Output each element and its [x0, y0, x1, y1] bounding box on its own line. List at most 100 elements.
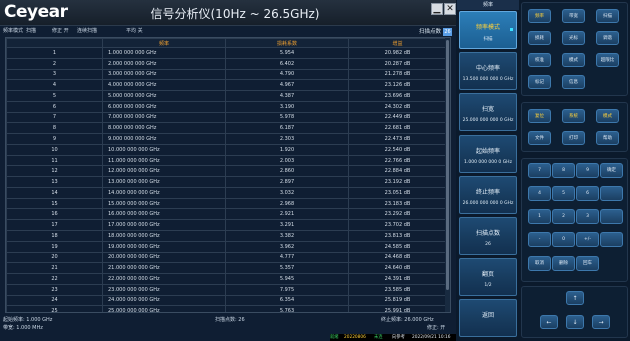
number-key[interactable]: 5	[552, 186, 575, 201]
function-key[interactable]: 带宽	[562, 9, 585, 23]
table-row[interactable]: 9 9.000 000 000 GHz 2.303 22.473 dB	[6, 133, 447, 145]
softkey-value: 25.000 000 000 0 GHz	[462, 118, 514, 124]
number-key[interactable]: 回车	[576, 256, 599, 271]
softkey-6[interactable]: 扫描点数 26	[459, 217, 517, 255]
table-row[interactable]: 12 12.000 000 000 GHz 2.860 22.884 dB	[6, 165, 447, 178]
close-icon[interactable]: ✕	[444, 3, 456, 15]
footer-points: 扫描点数: 26	[215, 317, 245, 323]
number-key[interactable]: 1	[528, 209, 551, 224]
softkey-value: 26.000 000 000 0 GHz	[462, 200, 514, 206]
system-key[interactable]: 模式	[596, 109, 619, 123]
table-row[interactable]: 10 10.000 000 000 GHz 1.920 22.540 dB	[6, 143, 447, 156]
number-key[interactable]: 2	[552, 209, 575, 224]
table-cell: 7.975	[225, 283, 349, 296]
function-key[interactable]: 模式	[562, 53, 585, 67]
table-cell: 2.921	[225, 208, 349, 221]
column-header	[6, 38, 103, 48]
softkey-7[interactable]: 翻页 1/2	[459, 258, 517, 297]
table-row[interactable]: 16 16.000 000 000 GHz 2.921 23.292 dB	[6, 208, 447, 221]
table-row[interactable]: 5 5.000 000 000 GHz 4.387 23.696 dB	[6, 90, 447, 102]
softkey-8[interactable]: 返回	[459, 299, 517, 338]
column-header: 频率	[102, 38, 226, 48]
function-key[interactable]: 调谐	[596, 31, 619, 45]
function-key[interactable]: 标记	[528, 75, 551, 89]
footer-info: 起始频率: 1.000 GHz 扫描点数: 26 终止频率: 26.000 GH…	[0, 314, 456, 336]
function-key[interactable]: 损耗	[528, 31, 551, 45]
table-cell: 5.954	[225, 47, 349, 59]
function-key[interactable]: 校准	[528, 53, 551, 67]
taskbar-version: 20220806	[344, 335, 366, 340]
function-key[interactable]: 超限比	[596, 53, 619, 67]
table-cell: 23.813 dB	[348, 230, 447, 242]
system-key[interactable]: 系统	[562, 109, 585, 123]
number-key[interactable]: -	[528, 232, 551, 247]
system-key[interactable]: 复位	[528, 109, 551, 123]
table-row[interactable]: 13 13.000 000 000 GHz 2.897 23.192 dB	[6, 176, 447, 188]
number-key[interactable]: 确定	[600, 163, 623, 178]
function-key[interactable]: 信息	[562, 75, 585, 89]
number-key[interactable]: 0	[552, 232, 575, 247]
number-key[interactable]: 4	[528, 186, 551, 201]
table-row[interactable]: 19 19.000 000 000 GHz 3.962 24.585 dB	[6, 240, 447, 253]
table-cell: 3.000 000 000 GHz	[102, 68, 226, 81]
points-value[interactable]: 26	[443, 28, 452, 36]
table-row[interactable]: 21 21.000 000 000 GHz 5.357 24.640 dB	[6, 262, 447, 275]
softkey-1[interactable]: 频率模式 扫描	[459, 11, 517, 49]
table-row[interactable]: 20 20.000 000 000 GHz 4.777 24.468 dB	[6, 251, 447, 264]
table-row[interactable]: 6 6.000 000 000 GHz 3.190 24.302 dB	[6, 100, 447, 113]
number-key[interactable]: 取消	[528, 256, 551, 271]
softkey-2[interactable]: 中心频率 13.500 000 000 0 GHz	[459, 52, 517, 91]
table-row[interactable]: 1 1.000 000 000 GHz 5.954 20.982 dB	[6, 47, 447, 59]
table-cell: 11	[6, 154, 103, 167]
taskbar: 就绪 20220806 未连 向参考 2022/09/21 10:16	[330, 334, 456, 341]
softkey-header: 频率	[457, 0, 519, 10]
number-key[interactable]	[600, 209, 623, 224]
arrow-down-icon[interactable]: ↓	[566, 315, 584, 329]
number-key[interactable]: 7	[528, 163, 551, 178]
table-row[interactable]: 15 15.000 000 000 GHz 2.968 23.183 dB	[6, 197, 447, 210]
system-key[interactable]: 帮助	[596, 131, 619, 145]
number-key[interactable]	[600, 232, 623, 247]
table-row[interactable]: 11 11.000 000 000 GHz 2.003 22.766 dB	[6, 154, 447, 167]
number-key[interactable]: 9	[576, 163, 599, 178]
function-key[interactable]: 频率	[528, 9, 551, 23]
table-row[interactable]: 22 22.000 000 000 GHz 5.945 24.391 dB	[6, 273, 447, 285]
number-key[interactable]	[600, 186, 623, 201]
table-row[interactable]: 3 3.000 000 000 GHz 4.790 21.278 dB	[6, 68, 447, 81]
scroll-thumb[interactable]	[446, 40, 449, 290]
table-row[interactable]: 14 14.000 000 000 GHz 3.032 23.051 dB	[6, 186, 447, 199]
minimize-icon[interactable]: ▁	[431, 3, 443, 15]
table-row[interactable]: 18 18.000 000 000 GHz 3.382 23.813 dB	[6, 230, 447, 242]
hardkey-panel: 频率 带宽 扫描 损耗 光标 调谐 校准 模式 超限比 标记 信息 复位 系统 模式 文件 打印 帮助 789…	[519, 0, 630, 341]
active-indicator-icon	[510, 28, 513, 31]
number-key[interactable]: 删除	[552, 256, 575, 271]
system-key[interactable]: 打印	[562, 131, 585, 145]
softkey-3[interactable]: 扫宽 25.000 000 000 0 GHz	[459, 93, 517, 132]
table-row[interactable]: 24 24.000 000 000 GHz 6.354 25.819 dB	[6, 294, 447, 307]
arrow-up-icon[interactable]: ↑	[566, 291, 584, 305]
table-row[interactable]: 8 8.000 000 000 GHz 6.187 22.681 dB	[6, 122, 447, 135]
number-key[interactable]: 3	[576, 209, 599, 224]
scrollbar[interactable]	[445, 38, 450, 312]
arrow-right-icon[interactable]: →	[592, 315, 610, 329]
arrow-left-icon[interactable]: ←	[540, 315, 558, 329]
system-key[interactable]: 文件	[528, 131, 551, 145]
points-indicator: 扫描点数 26	[0, 27, 456, 37]
table-cell: 1	[6, 47, 103, 59]
softkey-4[interactable]: 起始频率 1.000 000 000 0 GHz	[459, 134, 517, 173]
table-cell: 2.860	[225, 165, 349, 178]
function-key[interactable]: 扫描	[596, 9, 619, 23]
table-row[interactable]: 4 4.000 000 000 GHz 4.967 23.126 dB	[6, 79, 447, 92]
table-cell: 4.777	[225, 251, 349, 264]
table-row[interactable]: 17 17.000 000 000 GHz 3.291 23.702 dB	[6, 219, 447, 232]
function-key[interactable]: 光标	[562, 31, 585, 45]
softkey-5[interactable]: 终止频率 26.000 000 000 0 GHz	[459, 175, 517, 214]
number-key[interactable]: 8	[552, 163, 575, 178]
table-row[interactable]: 23 23.000 000 000 GHz 7.975 23.585 dB	[6, 283, 447, 296]
table-row[interactable]: 2 2.000 000 000 GHz 6.402 20.287 dB	[6, 57, 447, 70]
number-key[interactable]: 6	[576, 186, 599, 201]
table-cell: 22.540 dB	[348, 143, 447, 156]
number-key[interactable]: +/-	[576, 232, 599, 247]
table-row[interactable]: 7 7.000 000 000 GHz 5.978 22.449 dB	[6, 111, 447, 124]
table-row[interactable]: 25 25.000 000 000 GHz 5.763 25.991 dB	[6, 305, 447, 312]
